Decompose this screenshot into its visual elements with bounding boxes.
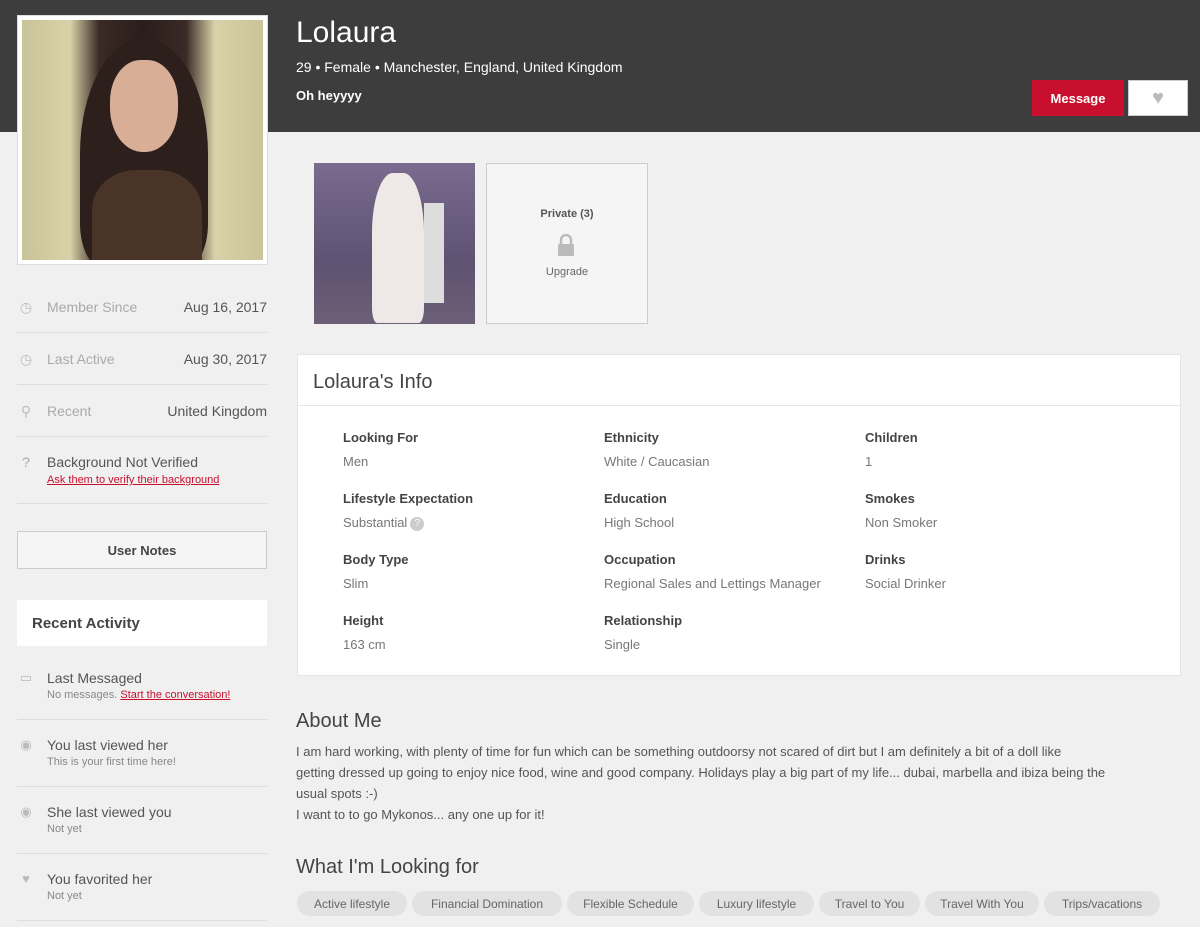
start-conversation-link[interactable]: Start the conversation! bbox=[120, 689, 230, 701]
profile-photo[interactable] bbox=[17, 15, 268, 265]
recent-activity-title: Recent Activity bbox=[32, 615, 140, 632]
info-label: Children bbox=[865, 430, 918, 445]
activity-she-viewed: ◉ She last viewed you Not yet bbox=[17, 804, 267, 854]
help-circle-icon: ? bbox=[22, 454, 30, 470]
about-line: usual spots :-) bbox=[296, 786, 378, 801]
private-photos-label: Private (3) bbox=[540, 208, 594, 220]
profile-tagline: Oh heyyyy bbox=[296, 88, 362, 103]
info-label: Body Type bbox=[343, 552, 409, 567]
info-value: 1 bbox=[865, 454, 873, 469]
last-active-label: Last Active bbox=[47, 351, 115, 367]
info-value: White / Caucasian bbox=[604, 454, 710, 469]
activity-favorited: ♥ You favorited her Not yet bbox=[17, 871, 267, 921]
clock-icon: ◷ bbox=[19, 350, 33, 367]
about-line: I am hard working, with plenty of time f… bbox=[296, 744, 1062, 759]
member-since-row: ◷ Member Since Aug 16, 2017 bbox=[17, 282, 267, 333]
activity-title: Last Messaged bbox=[47, 670, 142, 686]
info-label: Education bbox=[604, 491, 667, 506]
location-value: United Kingdom bbox=[167, 403, 267, 419]
about-title: About Me bbox=[296, 710, 382, 732]
tag-chip[interactable]: Financial Domination bbox=[412, 891, 562, 916]
looking-for-title: What I'm Looking for bbox=[296, 856, 479, 878]
upgrade-link[interactable]: Upgrade bbox=[487, 266, 647, 278]
activity-you-viewed: ◉ You last viewed her This is your first… bbox=[17, 737, 267, 787]
clock-icon: ◷ bbox=[19, 298, 33, 315]
info-title: Lolaura's Info bbox=[313, 371, 433, 393]
eye-icon: ◉ bbox=[20, 804, 32, 819]
info-value: Single bbox=[604, 637, 641, 652]
activity-title: You last viewed her bbox=[47, 737, 168, 753]
info-value: Substantial? bbox=[343, 515, 425, 531]
info-value: High School bbox=[604, 515, 675, 530]
heart-icon: ♥ bbox=[1152, 87, 1164, 109]
activity-sub: No messages. Start the conversation! bbox=[47, 689, 231, 701]
help-icon[interactable]: ? bbox=[410, 516, 425, 531]
profile-name: Lolaura bbox=[296, 16, 397, 49]
activity-sub: Not yet bbox=[47, 823, 82, 835]
profile-photo-image bbox=[22, 20, 263, 260]
info-value: Non Smoker bbox=[865, 515, 938, 530]
verification-row: ? Background Not Verified Ask them to ve… bbox=[17, 440, 267, 504]
info-label: Drinks bbox=[865, 552, 906, 567]
last-active-row: ◷ Last Active Aug 30, 2017 bbox=[17, 334, 267, 385]
private-photos-tile[interactable]: Private (3) Upgrade bbox=[486, 163, 648, 324]
message-button[interactable]: Message bbox=[1032, 80, 1124, 116]
info-divider bbox=[298, 405, 1180, 406]
info-label: Ethnicity bbox=[604, 430, 659, 445]
activity-title: She last viewed you bbox=[47, 804, 172, 820]
profile-subline: 29 • Female • Manchester, England, Unite… bbox=[296, 59, 623, 75]
info-label: Height bbox=[343, 613, 384, 628]
info-value: Social Drinker bbox=[865, 576, 946, 591]
info-value: Slim bbox=[343, 576, 369, 591]
tag-chip[interactable]: Travel With You bbox=[925, 891, 1039, 916]
info-value: Regional Sales and Lettings Manager bbox=[604, 576, 821, 591]
info-card: Lolaura's Info Looking For Men Ethnicity… bbox=[297, 354, 1181, 676]
info-label: Smokes bbox=[865, 491, 915, 506]
member-since-label: Member Since bbox=[47, 299, 138, 315]
map-pin-icon: ⚲ bbox=[20, 402, 32, 419]
activity-last-messaged: ▭ Last Messaged No messages. Start the c… bbox=[17, 670, 267, 720]
tag-chip[interactable]: Trips/vacations bbox=[1044, 891, 1160, 916]
member-since-value: Aug 16, 2017 bbox=[183, 299, 267, 315]
heart-icon: ♥ bbox=[22, 871, 30, 886]
about-line: I want to to go Mykonos... any one up fo… bbox=[296, 807, 545, 822]
verify-background-link[interactable]: Ask them to verify their background bbox=[47, 474, 219, 486]
lock-icon bbox=[558, 234, 574, 256]
user-notes-button[interactable]: User Notes bbox=[17, 531, 267, 569]
info-label: Relationship bbox=[604, 613, 683, 628]
tag-chip[interactable]: Flexible Schedule bbox=[567, 891, 694, 916]
tag-chip[interactable]: Active lifestyle bbox=[297, 891, 407, 916]
info-label: Occupation bbox=[604, 552, 676, 567]
tag-chip[interactable]: Luxury lifestyle bbox=[699, 891, 814, 916]
about-text: I am hard working, with plenty of time f… bbox=[296, 741, 1186, 825]
chat-icon: ▭ bbox=[19, 670, 33, 685]
about-line: getting dressed up going to enjoy nice f… bbox=[296, 765, 1106, 780]
info-value: 163 cm bbox=[343, 637, 386, 652]
recent-activity-header: Recent Activity bbox=[17, 600, 267, 646]
verification-status: Background Not Verified bbox=[47, 454, 198, 470]
favorite-button[interactable]: ♥ bbox=[1128, 80, 1188, 116]
activity-sub: Not yet bbox=[47, 890, 82, 902]
activity-title: You favorited her bbox=[47, 871, 153, 887]
activity-sub: This is your first time here! bbox=[47, 756, 176, 768]
eye-icon: ◉ bbox=[20, 737, 32, 752]
info-label: Looking For bbox=[343, 430, 419, 445]
info-value: Men bbox=[343, 454, 369, 469]
location-label: Recent bbox=[47, 403, 92, 419]
location-row: ⚲ Recent United Kingdom bbox=[17, 386, 267, 437]
tag-chip[interactable]: Travel to You bbox=[819, 891, 920, 916]
last-active-value: Aug 30, 2017 bbox=[183, 351, 267, 367]
info-label: Lifestyle Expectation bbox=[343, 491, 474, 506]
gallery-photo[interactable] bbox=[314, 163, 475, 324]
